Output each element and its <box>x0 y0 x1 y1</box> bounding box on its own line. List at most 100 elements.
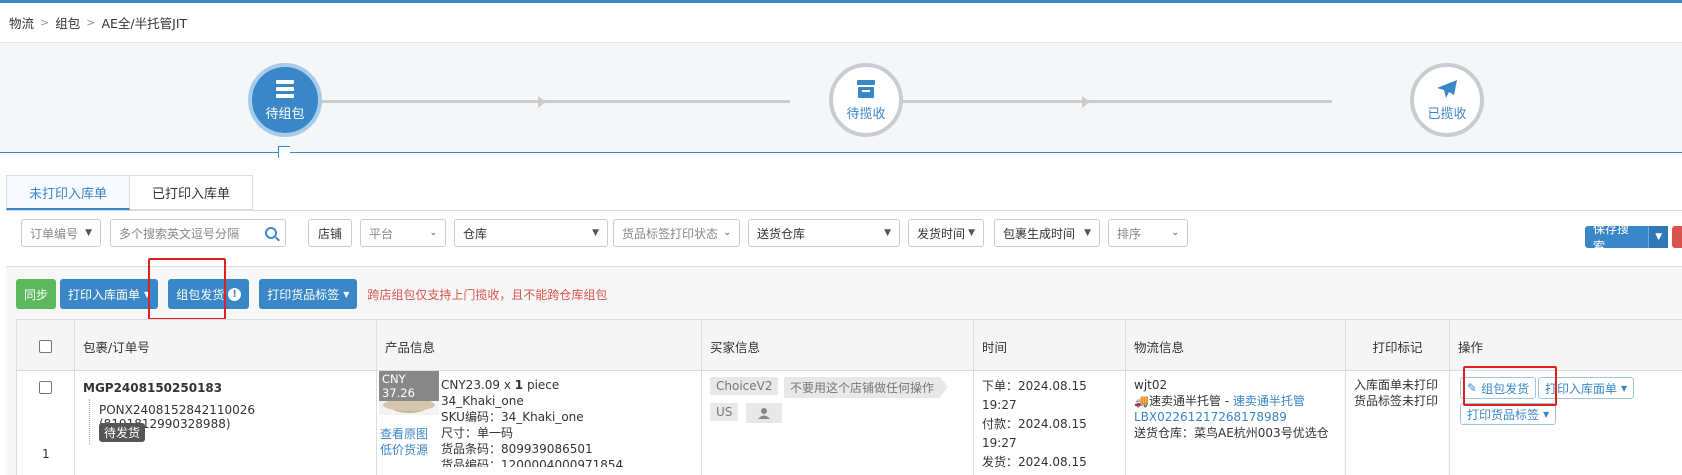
cross-store-notice: 跨店组包仅支持上门揽收，且不能跨仓库组包 <box>367 287 608 302</box>
delivery-warehouse-select[interactable]: 送货仓库 ▼ <box>748 219 900 247</box>
caret-down-icon: ▼ <box>1543 409 1550 419</box>
package-time-label: 包裹生成时间 <box>1003 226 1076 241</box>
step-label: 待组包 <box>265 106 305 122</box>
view-original-link[interactable]: 查看原图 <box>380 425 428 442</box>
caret-down-icon: ▼ <box>1084 228 1091 238</box>
header-product-info: 产品信息 <box>377 320 702 372</box>
ship-time-label: 发货时间 <box>917 226 966 241</box>
select-all-cell <box>17 320 75 372</box>
delivery-warehouse: 送货仓库：菜鸟AE杭州003号优选仓 <box>1134 426 1329 440</box>
step-picked-up[interactable]: 已揽收 <box>1410 63 1484 137</box>
print-status-tabs: 未打印入库单 已打印入库单 <box>6 175 254 210</box>
package-time-dropdown[interactable]: 包裹生成时间 ▼ <box>994 219 1100 247</box>
order-time: 下单：2024.08.15 19:27 <box>982 379 1087 412</box>
print-inbound-label: 打印入库面单 <box>68 287 141 302</box>
bulk-actions: 同步 打印入库面单 ▼ 组包发货 ! 打印货品标签 ▼ 跨店组包仅支持上门揽收，… <box>16 279 607 309</box>
unit-price: CNY23.09 x <box>441 378 515 392</box>
shop-button[interactable]: 店铺 <box>308 219 352 247</box>
order-no-label: 订单编号 <box>30 226 79 241</box>
extra-action-button[interactable] <box>1672 226 1682 248</box>
package-table: 包裹/订单号 产品信息 买家信息 时间 物流信息 打印标记 操作 1 MGP24… <box>16 319 1682 475</box>
caret-down-icon: ▼ <box>592 228 599 238</box>
logistics-service-text: 速卖通半托管 - <box>1148 394 1233 408</box>
price-badge: CNY 37.26 <box>379 371 439 401</box>
table-row: 1 MGP2408150250183 PONX2408152842110026 … <box>17 371 1682 475</box>
user-silhouette <box>758 408 770 419</box>
breadcrumb-item-group[interactable]: 组包 <box>55 13 80 32</box>
header-buyer-info: 买家信息 <box>702 320 974 372</box>
header-time: 时间 <box>974 320 1126 372</box>
step-pending-pickup[interactable]: 待揽收 <box>829 63 903 137</box>
stack-icon <box>276 79 294 98</box>
print-inbound-button[interactable]: 打印入库面单 ▼ <box>60 279 159 309</box>
product-thumbnail[interactable]: CNY 37.26 <box>379 371 439 415</box>
caret-down-icon: ▼ <box>1621 383 1628 393</box>
package-order-cell: MGP2408150250183 PONX2408152842110026 (8… <box>75 371 377 475</box>
select-all-checkbox[interactable] <box>39 339 52 353</box>
product-info-cell: CNY 37.26 CNY23.09 x 1 piece 34_Khaki_on… <box>377 371 702 475</box>
breadcrumb: 物流 > 组包 > AE全/半托管JIT <box>9 12 187 32</box>
logistics-cell: wjt02 🚚速卖通半托管 - 速卖通半托管 LBX02261217268178… <box>1126 371 1346 475</box>
top-accent-bar <box>0 0 1682 3</box>
status-badge: 待发货 <box>99 423 146 442</box>
row-select-cell: 1 <box>17 371 75 475</box>
box-icon <box>857 79 875 98</box>
arrow-right-icon <box>1082 96 1090 108</box>
row-index: 1 <box>42 447 50 461</box>
order-no-dropdown[interactable]: 订单编号 ▼ <box>21 219 101 247</box>
search-input[interactable]: 多个搜索英文逗号分隔 <box>110 219 286 247</box>
exclamation-icon: ! <box>228 287 242 301</box>
tab-printed[interactable]: 已打印入库单 <box>130 175 254 210</box>
truck-icon: 🚚 <box>1134 394 1149 408</box>
chevron-down-icon: ⌄ <box>723 228 731 238</box>
step-label: 待揽收 <box>846 106 886 122</box>
header-package-order: 包裹/订单号 <box>75 320 377 372</box>
caret-down-icon: ▼ <box>85 228 92 238</box>
price-line: CNY23.09 x 1 piece <box>441 377 623 393</box>
save-search-group: 保存搜索 ▼ <box>1585 222 1682 253</box>
buyer-tag-note: 不要用这个店铺做任何操作 <box>784 377 949 398</box>
breadcrumb-item-logistics[interactable]: 物流 <box>9 13 34 32</box>
quantity: 1 <box>514 378 524 392</box>
package-number[interactable]: MGP2408150250183 <box>83 381 222 395</box>
chevron-down-icon: ⌄ <box>1171 228 1179 238</box>
row-print-labels-button[interactable]: 打印货品标签 ▼ <box>1460 403 1557 425</box>
caret-down-icon: ▼ <box>884 228 891 238</box>
warehouse-select[interactable]: 仓库 ▼ <box>454 219 608 247</box>
goods-code: 货品编码：1200004000971854 <box>441 458 624 467</box>
order-tree-line <box>89 399 90 445</box>
sort-select[interactable]: 排序 ⌄ <box>1108 219 1188 247</box>
search-placeholder: 多个搜索英文逗号分隔 <box>119 226 240 241</box>
tracking-number[interactable]: LBX02261217268178989 <box>1134 409 1337 425</box>
label-print-status-select[interactable]: 货品标签打印状态 ⌄ <box>613 219 740 247</box>
warehouse-label: 仓库 <box>463 226 488 241</box>
logistics-service: 🚚速卖通半托管 - 速卖通半托管 <box>1134 393 1337 409</box>
barcode: 货品条码：809939086501 <box>441 442 593 456</box>
breadcrumb-item-current: AE全/半托管JIT <box>101 15 188 31</box>
highlight-box-group-ship <box>148 258 226 320</box>
print-labels-button[interactable]: 打印货品标签 ▼ <box>259 279 358 309</box>
table-header: 包裹/订单号 产品信息 买家信息 时间 物流信息 打印标记 操作 <box>17 319 1682 372</box>
row-checkbox[interactable] <box>39 381 52 394</box>
step-pending-group[interactable]: 待组包 <box>248 63 322 137</box>
logistics-service-link[interactable]: 速卖通半托管 <box>1233 394 1305 408</box>
arrow-right-icon <box>538 96 546 108</box>
tab-unprinted[interactable]: 未打印入库单 <box>6 175 131 210</box>
user-icon[interactable] <box>746 403 782 423</box>
header-operations: 操作 <box>1458 339 1484 355</box>
low-price-link[interactable]: 低价货源 <box>380 441 428 458</box>
shop-label: 店铺 <box>317 226 342 241</box>
platform-select[interactable]: 平台 ⌄ <box>360 219 446 247</box>
caret-down-icon[interactable]: ▼ <box>1648 226 1669 248</box>
save-search-button[interactable]: 保存搜索 <box>1585 222 1649 253</box>
time-cell: 下单：2024.08.15 19:27 付款：2024.08.15 19:27 … <box>974 371 1126 475</box>
sync-button[interactable]: 同步 <box>16 279 57 309</box>
buyer-tag-choice: ChoiceV2 <box>710 377 779 395</box>
step-label: 已揽收 <box>1427 106 1467 122</box>
ship-time: 发货：2024.08.15 21:30 <box>982 455 1087 475</box>
ship-time-dropdown[interactable]: 发货时间 ▼ <box>908 219 984 247</box>
buyer-info-cell: ChoiceV2 不要用这个店铺做任何操作 US <box>702 371 974 475</box>
header-print-mark: 打印标记 <box>1346 320 1450 372</box>
pay-time: 付款：2024.08.15 19:27 <box>982 417 1087 450</box>
paper-plane-icon <box>1437 79 1457 98</box>
